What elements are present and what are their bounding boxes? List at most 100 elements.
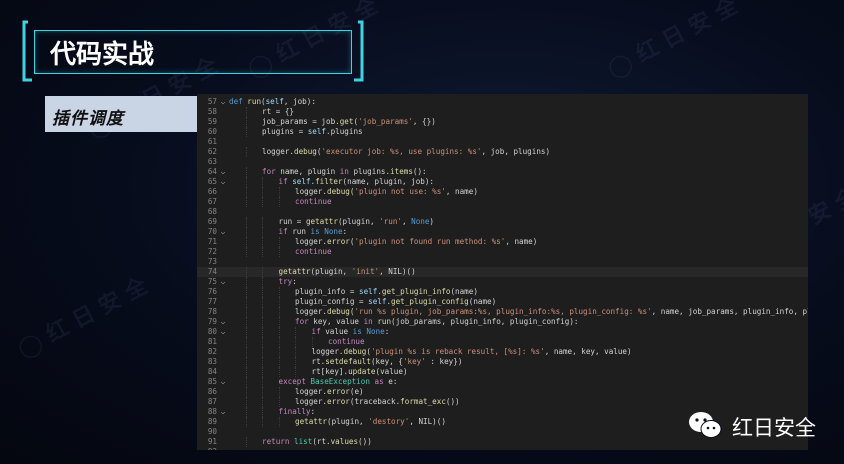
code-line[interactable]: 80 ⌵ if value is None: bbox=[197, 327, 808, 337]
code-line[interactable]: 61 bbox=[197, 137, 808, 147]
code-text: rt = {} bbox=[262, 107, 295, 116]
code-text: logger.debug('executor job: %s, use plug… bbox=[262, 147, 551, 156]
fold-gutter bbox=[217, 257, 229, 267]
indent-guide bbox=[262, 217, 279, 227]
indent-guide bbox=[229, 267, 246, 277]
line-number: 77 bbox=[207, 297, 217, 306]
code-line[interactable]: 87 logger.error(traceback.format_exc()) bbox=[197, 397, 808, 407]
code-line[interactable]: 64 ⌵ for name, plugin in plugins.items(): bbox=[197, 167, 808, 177]
code-line[interactable]: 86 logger.error(e) bbox=[197, 387, 808, 397]
indent-guide bbox=[262, 187, 279, 197]
code-line[interactable]: 92 bbox=[197, 447, 808, 450]
indent-guide bbox=[278, 287, 296, 297]
indent-guide bbox=[278, 317, 296, 327]
line-number: 68 bbox=[207, 207, 217, 216]
fold-gutter bbox=[217, 207, 229, 217]
line-number: 69 bbox=[207, 217, 217, 226]
indent-guide bbox=[262, 277, 279, 287]
code-text: for key, value in run(job_params, plugin… bbox=[295, 317, 579, 326]
fold-chevron-icon[interactable]: ⌵ bbox=[217, 227, 229, 237]
fold-gutter bbox=[217, 217, 229, 227]
code-text: continue bbox=[295, 247, 332, 256]
code-line[interactable]: 68 bbox=[197, 207, 808, 217]
fold-chevron-icon[interactable]: ⌵ bbox=[217, 97, 229, 107]
indent-guide bbox=[295, 337, 312, 347]
code-line[interactable]: 70 ⌵ if run is None: bbox=[197, 227, 808, 237]
code-line[interactable]: 83 rt.setdefault(key, {'key' : key}) bbox=[197, 357, 808, 367]
slide-subtitle: 插件调度 bbox=[52, 109, 124, 129]
code-line[interactable]: 79 ⌵ for key, value in run(job_params, plu… bbox=[197, 317, 808, 327]
code-line[interactable]: 78 logger.debug('run %s plugin, job_para… bbox=[197, 307, 808, 317]
code-line[interactable]: 75 ⌵ try: bbox=[197, 277, 808, 287]
indent-guide bbox=[229, 277, 246, 287]
indent-guide bbox=[229, 357, 246, 367]
code-line[interactable]: 71 logger.error('plugin not found run me… bbox=[197, 237, 808, 247]
indent-guide bbox=[295, 367, 312, 377]
code-line[interactable]: 81 continue bbox=[197, 337, 808, 347]
indent-guide bbox=[229, 317, 246, 327]
indent-guide bbox=[278, 307, 296, 317]
indent-guide bbox=[245, 237, 263, 247]
code-text: rt.setdefault(key, {'key' : key}) bbox=[311, 357, 463, 366]
indent-guide bbox=[245, 147, 263, 157]
indent-guide bbox=[262, 397, 279, 407]
code-line[interactable]: 67 continue bbox=[197, 197, 808, 207]
indent-guide bbox=[278, 337, 296, 347]
indent-guide bbox=[245, 187, 263, 197]
fold-gutter bbox=[217, 437, 229, 447]
code-line[interactable]: 69 run = getattr(plugin, 'run', None) bbox=[197, 217, 808, 227]
code-line[interactable]: 66 logger.debug('plugin not use: %s', na… bbox=[197, 187, 808, 197]
indent-guide bbox=[229, 167, 246, 177]
code-line[interactable]: 62 logger.debug('executor job: %s, use p… bbox=[197, 147, 808, 157]
indent-guide bbox=[245, 347, 263, 357]
indent-guide bbox=[229, 297, 246, 307]
code-line[interactable]: 58 rt = {} bbox=[197, 107, 808, 117]
fold-gutter bbox=[217, 197, 229, 207]
fold-chevron-icon[interactable]: ⌵ bbox=[217, 407, 229, 417]
code-line[interactable]: 82 logger.debug('plugin %s is reback res… bbox=[197, 347, 808, 357]
indent-guide bbox=[245, 407, 263, 417]
indent-guide bbox=[245, 397, 263, 407]
code-line[interactable]: 84 rt[key].update(value) bbox=[197, 367, 808, 377]
code-text: logger.error(e) bbox=[295, 387, 364, 396]
indent-guide bbox=[262, 417, 279, 427]
line-number: 74 bbox=[207, 267, 217, 276]
fold-chevron-icon[interactable]: ⌵ bbox=[217, 317, 229, 327]
fold-gutter bbox=[217, 367, 229, 377]
fold-gutter bbox=[217, 247, 229, 257]
indent-guide bbox=[245, 277, 263, 287]
indent-guide bbox=[262, 357, 279, 367]
code-line[interactable]: 57 ⌵ def run(self, job): bbox=[197, 97, 808, 107]
indent-guide bbox=[245, 227, 263, 237]
code-line[interactable]: 63 bbox=[197, 157, 808, 167]
code-line[interactable]: 72 continue bbox=[197, 247, 808, 257]
code-line[interactable]: 85 ⌵ except BaseException as e: bbox=[197, 377, 808, 387]
line-number: 65 bbox=[207, 177, 217, 186]
code-line[interactable]: 74 getattr(plugin, 'init', NIL)() bbox=[197, 267, 808, 277]
code-text: logger.error('plugin not found run metho… bbox=[295, 237, 538, 246]
code-line[interactable]: 59 job_params = job.get('job_params', {}… bbox=[197, 117, 808, 127]
line-number: 59 bbox=[207, 117, 217, 126]
fold-chevron-icon[interactable]: ⌵ bbox=[217, 327, 229, 337]
code-text: if self.filter(name, plugin, job): bbox=[278, 177, 434, 186]
code-editor[interactable]: 57 ⌵ def run(self, job): 58 rt = {} 59 job_p… bbox=[197, 94, 808, 450]
code-line[interactable]: 60 plugins = self.plugins bbox=[197, 127, 808, 137]
indent-guide bbox=[245, 437, 263, 447]
fold-chevron-icon[interactable]: ⌵ bbox=[217, 167, 229, 177]
line-number: 91 bbox=[207, 437, 217, 446]
code-line[interactable]: 77 plugin_config = self.get_plugin_confi… bbox=[197, 297, 808, 307]
code-line[interactable]: 73 bbox=[197, 257, 808, 267]
code-line[interactable]: 76 plugin_info = self.get_plugin_info(na… bbox=[197, 287, 808, 297]
code-text: rt[key].update(value) bbox=[311, 367, 408, 376]
fold-chevron-icon[interactable]: ⌵ bbox=[217, 177, 229, 187]
code-line[interactable]: 65 ⌵ if self.filter(name, plugin, job): bbox=[197, 177, 808, 187]
fold-gutter bbox=[217, 337, 229, 347]
line-number: 92 bbox=[197, 447, 217, 450]
indent-guide bbox=[262, 237, 279, 247]
fold-chevron-icon[interactable]: ⌵ bbox=[217, 377, 229, 387]
fold-gutter bbox=[217, 267, 229, 277]
indent-guide bbox=[229, 217, 246, 227]
line-number: 57 bbox=[207, 97, 217, 106]
indent-guide bbox=[262, 287, 279, 297]
fold-chevron-icon[interactable]: ⌵ bbox=[217, 277, 229, 287]
